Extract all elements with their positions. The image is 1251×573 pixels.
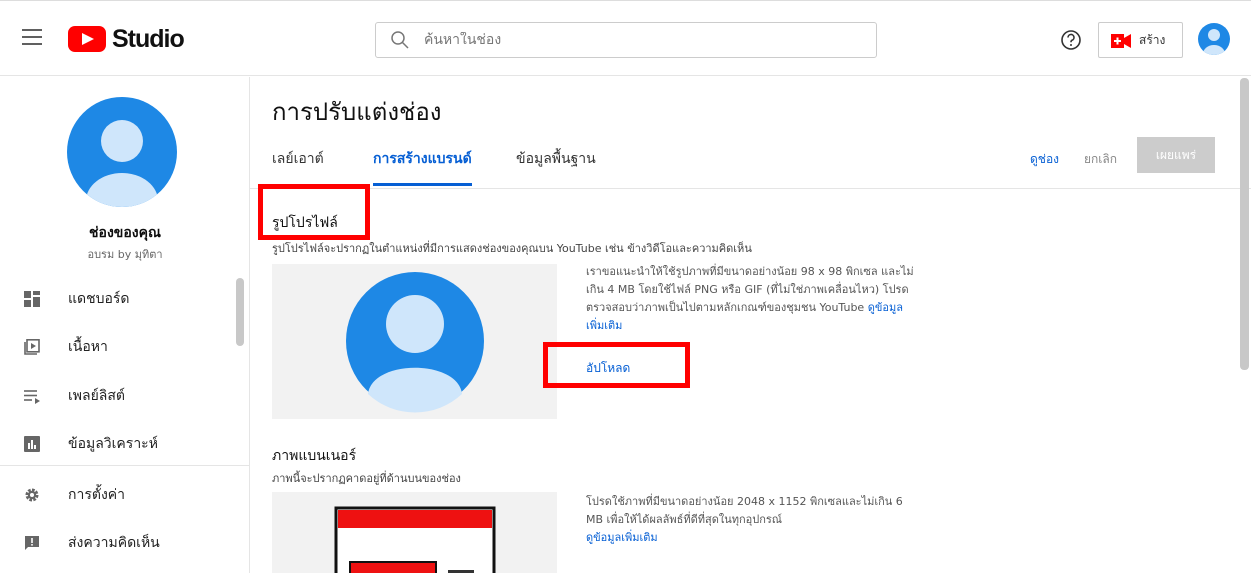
hamburger-menu-icon[interactable] <box>22 29 42 47</box>
create-label: สร้าง <box>1139 32 1166 47</box>
studio-logo[interactable]: Studio <box>68 23 185 55</box>
profile-avatar-image <box>346 272 484 413</box>
sidebar-item-dashboard[interactable]: แดชบอร์ด <box>0 275 236 323</box>
sidebar-item-content[interactable]: เนื้อหา <box>0 323 236 371</box>
account-avatar[interactable] <box>1198 23 1230 55</box>
search-box[interactable] <box>375 22 877 58</box>
tab-basic-info[interactable]: ข้อมูลพื้นฐาน <box>516 148 596 186</box>
sidebar-item-label: แดชบอร์ด <box>68 291 130 307</box>
sidebar-item-feedback[interactable]: ส่งความคิดเห็น <box>0 519 236 567</box>
channel-subtitle: อบรม by มุทิตา <box>87 248 163 261</box>
sidebar-item-label: เพลย์ลิสต์ <box>68 388 126 404</box>
profile-section-description: รูปโปรไฟล์จะปรากฏในตำแหน่งที่มีการแสดงช่… <box>272 242 752 255</box>
banner-section-title: ภาพแบนเนอร์ <box>272 448 357 464</box>
profile-guidelines-body: เราขอแนะนำให้ใช้รูปภาพที่มีขนาดอย่างน้อย… <box>586 265 914 314</box>
feedback-icon <box>24 535 40 551</box>
view-channel-link[interactable]: ดูช่อง <box>1030 150 1059 169</box>
banner-guidelines-body: โปรดใช้ภาพที่มีขนาดอย่างน้อย 2048 x 1152… <box>586 495 903 526</box>
tab-layout[interactable]: เลย์เอาต์ <box>272 148 324 186</box>
banner-image-preview <box>272 492 557 573</box>
main-scrollbar[interactable] <box>1240 78 1249 370</box>
channel-name[interactable]: ช่องของคุณ <box>0 222 250 244</box>
sidebar-scrollbar[interactable] <box>236 278 244 346</box>
top-bar: Studio สร้าง <box>0 0 1251 76</box>
profile-guidelines-text: เราขอแนะนำให้ใช้รูปภาพที่มีขนาดอย่างน้อย… <box>586 263 916 335</box>
sidebar: ช่องของคุณ อบรม by มุทิตา แดชบอร์ด เนื้อ… <box>0 77 250 573</box>
logo-text: Studio <box>112 24 185 53</box>
publish-button[interactable]: เผยแพร่ <box>1137 137 1215 173</box>
channel-avatar[interactable] <box>67 97 177 207</box>
sidebar-item-label: การตั้งค่า <box>68 487 126 503</box>
studio-app: Studio สร้าง ช่องของคุณ อบรม by มุทิตา <box>0 0 1251 573</box>
profile-image-preview <box>272 264 557 419</box>
banner-guidelines-text: โปรดใช้ภาพที่มีขนาดอย่างน้อย 2048 x 1152… <box>586 493 906 547</box>
playlist-icon <box>24 388 40 404</box>
create-button[interactable]: สร้าง <box>1098 22 1183 58</box>
sidebar-item-settings[interactable]: การตั้งค่า <box>0 471 236 519</box>
sidebar-item-analytics[interactable]: ข้อมูลวิเคราะห์ <box>0 420 236 468</box>
video-camera-icon <box>1111 33 1131 48</box>
tabs-divider <box>250 188 1251 189</box>
search-input[interactable] <box>424 32 844 48</box>
sidebar-divider <box>0 465 250 466</box>
sidebar-item-playlists[interactable]: เพลย์ลิสต์ <box>0 372 236 420</box>
youtube-play-icon <box>68 26 106 52</box>
sidebar-item-label: ข้อมูลวิเคราะห์ <box>68 436 158 452</box>
search-icon <box>390 30 410 50</box>
highlight-box-profile-title <box>258 184 370 240</box>
analytics-icon <box>24 436 40 452</box>
highlight-box-upload <box>543 342 690 388</box>
dashboard-icon <box>24 291 40 307</box>
content-icon <box>24 339 40 355</box>
sidebar-item-label: ส่งความคิดเห็น <box>68 535 160 551</box>
gear-icon <box>24 487 40 503</box>
banner-learn-more-link[interactable]: ดูข้อมูลเพิ่มเติม <box>586 531 658 544</box>
banner-illustration <box>334 506 496 573</box>
page-title: การปรับแต่งช่อง <box>272 98 442 126</box>
tab-branding[interactable]: การสร้างแบรนด์ <box>373 148 472 186</box>
sidebar-item-label: เนื้อหา <box>68 339 108 355</box>
cancel-button[interactable]: ยกเลิก <box>1084 150 1117 169</box>
banner-section-description: ภาพนี้จะปรากฏคาดอยู่ที่ด้านบนของช่อง <box>272 472 461 485</box>
help-icon[interactable] <box>1060 29 1082 51</box>
